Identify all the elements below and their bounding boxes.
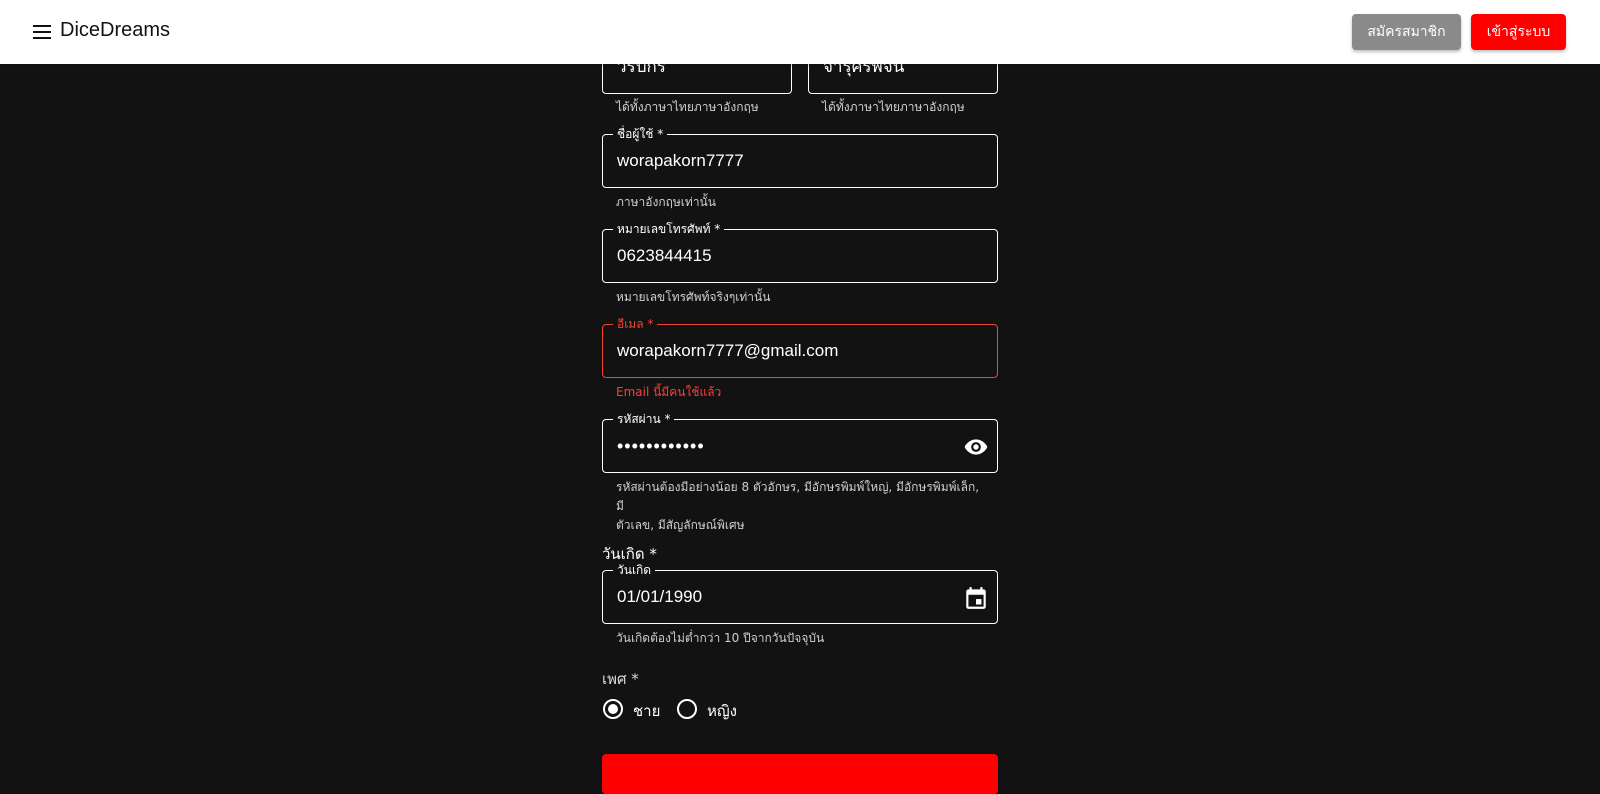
password-label: รหัสผ่าน * [613, 412, 675, 426]
register-button[interactable]: สมัครสมาชิก [1352, 14, 1461, 50]
submit-button[interactable] [602, 754, 998, 794]
phone-value: 0623844415 [617, 246, 712, 265]
username-helper: ภาษาอังกฤษเท่านั้น [616, 195, 716, 209]
password-value: •••••••••••• [617, 436, 705, 456]
birthday-value: 01/01/1990 [617, 587, 703, 606]
gender-label-male[interactable]: ชาย [633, 699, 660, 723]
gender-section-label: เพศ * [602, 670, 639, 688]
phone-helper: หมายเลขโทรศัพท์จริงๆเท่านั้น [616, 290, 771, 304]
phone-label: หมายเลขโทรศัพท์ * [613, 222, 725, 236]
email-field[interactable]: อีเมล * worapakorn7777@gmail.com [602, 317, 998, 378]
gender-radio-male[interactable] [602, 698, 624, 720]
username-label: ชื่อผู้ใช้ * [613, 127, 668, 141]
password-helper-line-2: ตัวเลข, มีสัญลักษณ์พิเศษ [616, 518, 745, 532]
first-name-helper: ได้ทั้งภาษาไทยภาษาอังกฤษ [616, 100, 759, 114]
username-field[interactable]: ชื่อผู้ใช้ * worapakorn7777 [602, 127, 998, 188]
username-value: worapakorn7777 [617, 151, 744, 170]
birthday-field[interactable]: วันเกิด 01/01/1990 [602, 563, 998, 624]
calendar-icon[interactable] [963, 585, 989, 611]
gender-radio-female[interactable] [676, 698, 698, 720]
last-name-helper: ได้ทั้งภาษาไทยภาษาอังกฤษ [822, 100, 965, 114]
email-error-message: Email นี้มีคนใช้แล้ว [616, 385, 722, 399]
password-field[interactable]: รหัสผ่าน * •••••••••••• [602, 412, 998, 473]
login-button[interactable]: เข้าสู่ระบบ [1471, 14, 1566, 50]
eye-icon[interactable] [963, 434, 989, 460]
password-helper-line-1: รหัสผ่านต้องมีอย่างน้อย 8 ตัวอักษร, มีอั… [616, 480, 980, 513]
email-label: อีเมล * [613, 317, 658, 331]
phone-field[interactable]: หมายเลขโทรศัพท์ * 0623844415 [602, 222, 998, 283]
email-value: worapakorn7777@gmail.com [617, 341, 839, 360]
password-helper: รหัสผ่านต้องมีอย่างน้อย 8 ตัวอักษร, มีอั… [616, 478, 986, 535]
menu-icon[interactable] [30, 19, 54, 45]
app-bar: DiceDreams สมัครสมาชิก เข้าสู่ระบบ [0, 0, 1600, 64]
brand-title[interactable]: DiceDreams [60, 19, 170, 42]
gender-label-female[interactable]: หญิง [707, 699, 737, 723]
birthday-helper: วันเกิดต้องไม่ต่ำกว่า 10 ปีจากวันปัจจุบั… [616, 631, 825, 645]
birthday-label: วันเกิด [613, 563, 656, 577]
